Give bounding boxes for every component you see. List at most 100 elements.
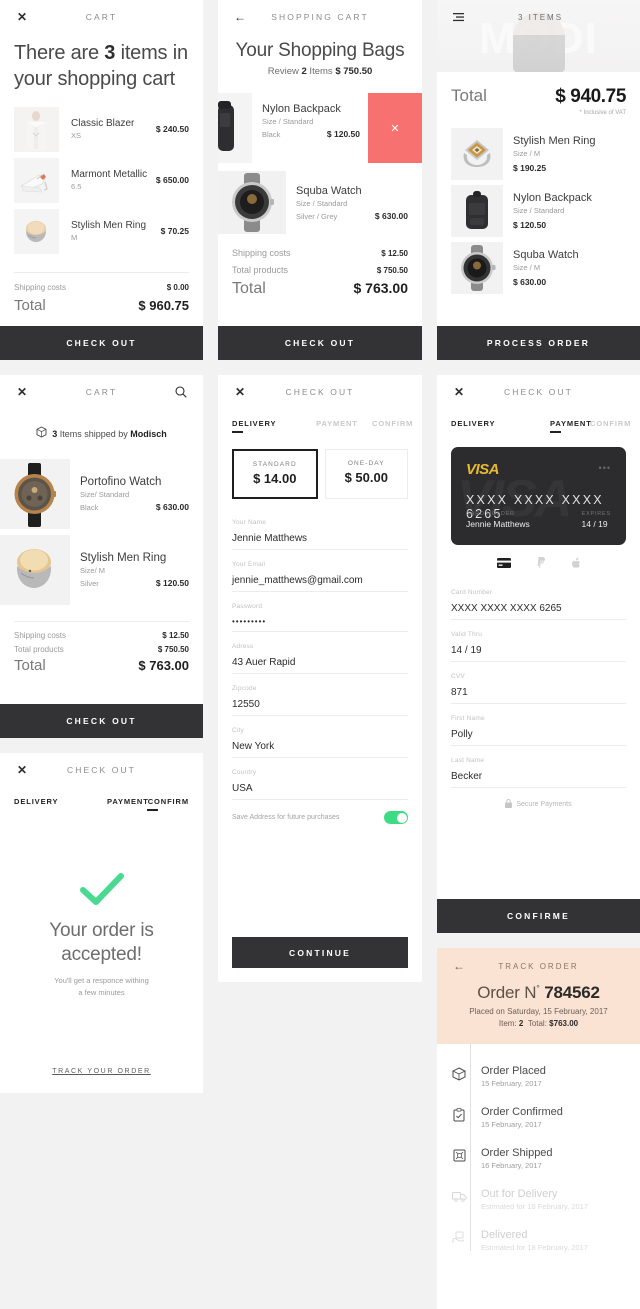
search-icon[interactable] [173, 384, 189, 400]
bags-heading: Your Shopping Bags [235, 40, 405, 61]
total-row: Total $ 763.00 [14, 657, 189, 674]
product-info: Stylish Men Ring Size/ M Silver $ 120.50 [80, 552, 189, 588]
field-your-name[interactable]: Your Name Jennie Matthews [232, 519, 408, 550]
delete-item-button[interactable]: ✕ [368, 93, 422, 163]
product-size: Size / Standard [296, 198, 348, 208]
review-pre: Review [267, 66, 302, 77]
close-icon[interactable]: ✕ [14, 9, 30, 25]
field-value[interactable]: Polly [451, 729, 626, 740]
product-color: Silver / Grey [296, 211, 338, 221]
checkout-button[interactable]: CHECK OUT [218, 326, 422, 360]
tab-delivery[interactable]: DELIVERY [14, 797, 107, 811]
field-value[interactable]: 871 [451, 687, 626, 698]
order-placed-date: Placed on Saturday, 15 February, 2017 [469, 1007, 608, 1016]
vat-note: * Inclusive of VAT [579, 110, 626, 116]
menu-icon[interactable] [451, 9, 467, 25]
field-value[interactable]: ••••••••• [232, 617, 408, 626]
delivery-option-oneday[interactable]: ONE-DAY $ 50.00 [324, 449, 408, 499]
close-icon[interactable]: ✕ [232, 384, 248, 400]
field-value[interactable]: USA [232, 783, 408, 794]
page-title: CHECK OUT [504, 387, 573, 397]
tab-payment[interactable]: PAYMENT [107, 797, 148, 811]
field-value[interactable]: New York [232, 741, 408, 752]
credit-card-icon[interactable] [496, 555, 511, 573]
tab-payment[interactable]: PAYMENT [302, 419, 372, 433]
screen-checkout-payment: ✕ CHECK OUT DELIVERY PAYMENT CONFIRM VIS… [437, 375, 640, 933]
product-info: Stylish Men Ring Size / M $ 190.25 [513, 135, 626, 173]
total-label: Total [14, 657, 46, 674]
tab-delivery[interactable]: DELIVERY [451, 419, 550, 433]
field-card-number[interactable]: Card Number XXXX XXXX XXXX 6265 [451, 589, 626, 620]
field-value[interactable]: Becker [451, 771, 626, 782]
field-value[interactable]: 12550 [232, 699, 408, 710]
continue-button[interactable]: CONTINUE [232, 937, 408, 968]
product-price: $ 630.00 [374, 210, 408, 221]
field-first-name[interactable]: First Name Polly [451, 715, 626, 746]
credit-card[interactable]: VISA VISA ••• XXXX XXXX XXXX 6265 CARD H… [451, 447, 626, 545]
step-label: PAYMENT [316, 419, 358, 428]
field-adress[interactable]: Adress 43 Auer Rapid [232, 643, 408, 674]
cart-item-row[interactable]: Classic Blazer XS $ 240.50 [0, 106, 203, 152]
product-name: Stylish Men Ring [513, 135, 596, 147]
close-icon[interactable]: ✕ [451, 384, 467, 400]
delivery-option-standard[interactable]: STANDARD $ 14.00 [232, 449, 318, 499]
track-your-order-link[interactable]: TRACK YOUR ORDER [0, 1068, 203, 1075]
cart-heading-count: 3 [104, 42, 116, 64]
step-label: PAYMENT [550, 419, 592, 428]
truck-icon [437, 1188, 481, 1205]
product-info: Marmont Metallic 6.5 [71, 169, 156, 191]
checkout-steps: DELIVERY PAYMENT CONFIRM [0, 797, 203, 811]
close-icon[interactable]: ✕ [14, 384, 30, 400]
product-size: Size / M [513, 263, 541, 272]
tab-confirm[interactable]: CONFIRM [372, 419, 412, 433]
field-password[interactable]: Password ••••••••• [232, 603, 408, 632]
field-country[interactable]: Country USA [232, 769, 408, 800]
field-value[interactable]: 43 Auer Rapid [232, 657, 408, 668]
track-order-header: ← TRACK ORDER [451, 958, 626, 974]
paypal-icon[interactable] [537, 555, 546, 573]
card-menu-icon[interactable]: ••• [599, 463, 611, 473]
cart-heading: There are 3 items in your shopping cart [14, 40, 189, 93]
confirm-payment-button[interactable]: CONFIRME [437, 899, 640, 933]
cart-item-row[interactable]: Squba Watch Size / Standard Silver / Gre… [218, 171, 422, 234]
field-label: Password [232, 603, 263, 610]
field-value[interactable]: Jennie Matthews [232, 533, 408, 544]
checkout-steps: DELIVERY PAYMENT CONFIRM [218, 419, 422, 433]
back-arrow-icon[interactable]: ← [232, 9, 248, 25]
products-label: Total products [14, 645, 64, 654]
field-label: Card Number [451, 589, 493, 596]
back-arrow-icon[interactable]: ← [451, 958, 467, 974]
field-zipcode[interactable]: Zipcode 12550 [232, 685, 408, 716]
cart-item-row[interactable]: Stylish Men Ring Size/ M Silver $ 120.50 [0, 535, 203, 605]
apple-pay-icon[interactable] [571, 555, 581, 573]
tab-confirm[interactable]: CONFIRM [147, 797, 189, 811]
process-order-button[interactable]: PROCESS ORDER [437, 326, 640, 360]
field-value[interactable]: 14 / 19 [451, 645, 626, 656]
summary-item-row[interactable]: Squba Watch Size / M $ 630.00 [437, 242, 640, 294]
shipping-row: Shipping costs $ 12.50 [14, 631, 189, 640]
field-cvv[interactable]: CVV 871 [451, 673, 626, 704]
field-your-email[interactable]: Your Email jennie_matthews@gmail.com [232, 561, 408, 592]
summary-item-row[interactable]: Nylon Backpack Size / Standard $ 120.50 [437, 185, 640, 237]
cart-item-row[interactable]: Nylon Backpack Size / Standard Black $ 1… [218, 93, 422, 163]
tab-payment[interactable]: PAYMENT [550, 419, 592, 433]
success-title: Your order is accepted! [0, 919, 203, 967]
tab-delivery[interactable]: DELIVERY [232, 419, 302, 433]
field-valid-thru[interactable]: Valid Thru 14 / 19 [451, 631, 626, 662]
field-value[interactable]: XXXX XXXX XXXX 6265 [451, 603, 626, 614]
product-color: Silver [80, 579, 99, 588]
cart-item-row[interactable]: Portofino Watch Size/ Standard Black $ 6… [0, 459, 203, 529]
tab-confirm[interactable]: CONFIRM [590, 419, 630, 433]
products-value: $ 750.50 [157, 645, 189, 654]
save-address-toggle[interactable] [384, 811, 408, 824]
cart-item-row[interactable]: Stylish Men Ring M $ 70.25 [0, 208, 203, 254]
summary-item-row[interactable]: Stylish Men Ring Size / M $ 190.25 [437, 128, 640, 180]
checkout-button[interactable]: CHECK OUT [0, 704, 203, 738]
order-accepted-header: ✕ CHECK OUT [0, 753, 203, 787]
field-city[interactable]: City New York [232, 727, 408, 758]
field-last-name[interactable]: Last Name Becker [451, 757, 626, 788]
close-icon[interactable]: ✕ [14, 762, 30, 778]
field-value[interactable]: jennie_matthews@gmail.com [232, 575, 408, 586]
checkout-button[interactable]: CHECK OUT [0, 326, 203, 360]
cart-item-row[interactable]: Marmont Metallic 6.5 $ 650.00 [0, 157, 203, 203]
